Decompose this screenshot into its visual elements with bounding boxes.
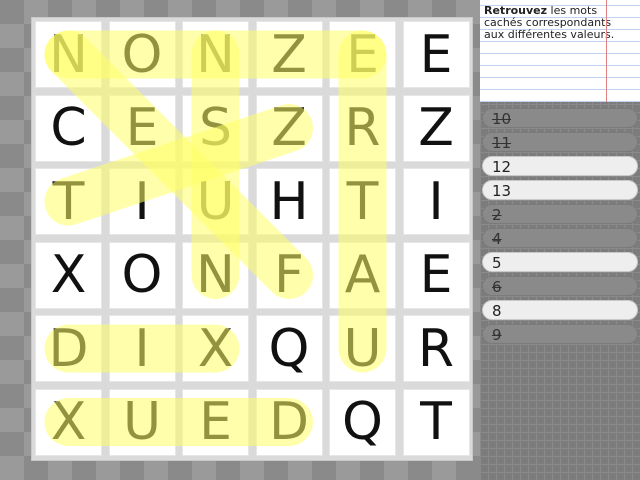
value-item[interactable]: 11 (482, 132, 638, 152)
grid-cell[interactable]: E (108, 94, 176, 162)
grid-letter: E (346, 24, 379, 85)
grid-cell[interactable]: N (182, 21, 249, 88)
value-item[interactable]: 10 (482, 108, 638, 128)
grid-letter: E (125, 98, 159, 158)
word-grid: NONZEECESZRZTIUHTIXONFAEDIXQURXUEDQT (32, 18, 472, 460)
grid-letter: D (48, 318, 89, 379)
grid-letter: T (420, 392, 452, 452)
grid-cell[interactable]: X (35, 241, 102, 309)
value-item[interactable]: 5 (482, 252, 638, 272)
grid-letter: F (274, 245, 304, 305)
grid-cell[interactable]: R (402, 315, 470, 382)
grid-letter: Z (418, 98, 454, 158)
grid-cell[interactable]: I (108, 168, 176, 235)
grid-letter: E (419, 24, 453, 85)
value-item[interactable]: 8 (482, 300, 638, 320)
grid-letter: I (134, 171, 150, 232)
grid-cell[interactable]: Z (402, 94, 470, 162)
grid-cell[interactable]: F (255, 241, 323, 309)
grid-cell[interactable]: D (255, 388, 323, 456)
grid-cell[interactable]: E (402, 21, 470, 88)
grid-letter: U (122, 392, 162, 452)
grid-cell[interactable]: T (402, 388, 470, 456)
grid-letter: O (121, 245, 163, 305)
grid-cell[interactable]: O (108, 241, 176, 309)
grid-cell[interactable]: I (108, 315, 176, 382)
value-item[interactable]: 9 (482, 324, 638, 344)
grid-letter: X (50, 392, 87, 452)
margin-line (606, 0, 607, 102)
grid-cell[interactable]: Z (255, 21, 323, 88)
grid-letter: X (197, 318, 234, 379)
grid-cell[interactable]: E (182, 388, 249, 456)
grid-cell[interactable]: Q (329, 388, 396, 456)
value-item[interactable]: 12 (482, 156, 638, 176)
grid-cell[interactable]: U (108, 388, 176, 456)
grid-letter: H (269, 171, 309, 232)
value-item[interactable]: 2 (482, 204, 638, 224)
grid-letter: U (343, 318, 382, 379)
values-list: 10 11 12 13 2 4 5 6 8 9 (482, 108, 638, 348)
grid-cell[interactable]: C (35, 94, 102, 162)
grid-cell[interactable]: U (182, 168, 249, 235)
grid-cell[interactable]: E (402, 241, 470, 309)
grid-letter: U (196, 171, 235, 232)
grid-cell[interactable]: N (35, 21, 102, 88)
grid-cell[interactable]: I (402, 168, 470, 235)
grid-letter: R (417, 318, 455, 379)
grid-letter: I (428, 171, 444, 232)
grid-letter: N (196, 245, 235, 305)
grid-cell[interactable]: D (35, 315, 102, 382)
grid-cell[interactable]: Q (255, 315, 323, 382)
grid-cell[interactable]: A (329, 241, 396, 309)
grid-cell[interactable]: X (35, 388, 102, 456)
grid-cell[interactable]: E (329, 21, 396, 88)
grid-cell[interactable]: N (182, 241, 249, 309)
grid-letter: C (50, 98, 87, 158)
grid-letter: N (49, 24, 88, 85)
grid-letter: Q (268, 318, 310, 379)
grid-letter: Q (342, 392, 383, 452)
grid-cell[interactable]: Z (255, 94, 323, 162)
grid-letter: D (268, 392, 310, 452)
value-item[interactable]: 6 (482, 276, 638, 296)
grid-cell[interactable]: R (329, 94, 396, 162)
grid-letter: O (121, 24, 163, 85)
grid-cell[interactable]: O (108, 21, 176, 88)
grid-cell[interactable]: T (35, 168, 102, 235)
grid-cell[interactable]: X (182, 315, 249, 382)
grid-letter: X (50, 245, 87, 305)
grid-cell[interactable]: S (182, 94, 249, 162)
grid-letter: I (134, 318, 150, 379)
grid-letter: E (199, 392, 232, 452)
grid-letter: Z (271, 24, 307, 85)
grid-letter: T (52, 171, 85, 232)
grid-letter: N (196, 24, 235, 85)
value-item[interactable]: 4 (482, 228, 638, 248)
instructions-note: Retrouvez les mots cachés correspondants… (480, 0, 640, 102)
grid-letter: A (344, 245, 381, 305)
grid-letter: E (419, 245, 453, 305)
grid-cell[interactable]: T (329, 168, 396, 235)
grid-cell[interactable]: H (255, 168, 323, 235)
value-item[interactable]: 13 (482, 180, 638, 200)
grid-letter: R (344, 98, 381, 158)
grid-letter: S (198, 98, 232, 158)
grid-cell[interactable]: U (329, 315, 396, 382)
grid-letter: Z (271, 98, 307, 158)
grid-letter: T (346, 171, 379, 232)
